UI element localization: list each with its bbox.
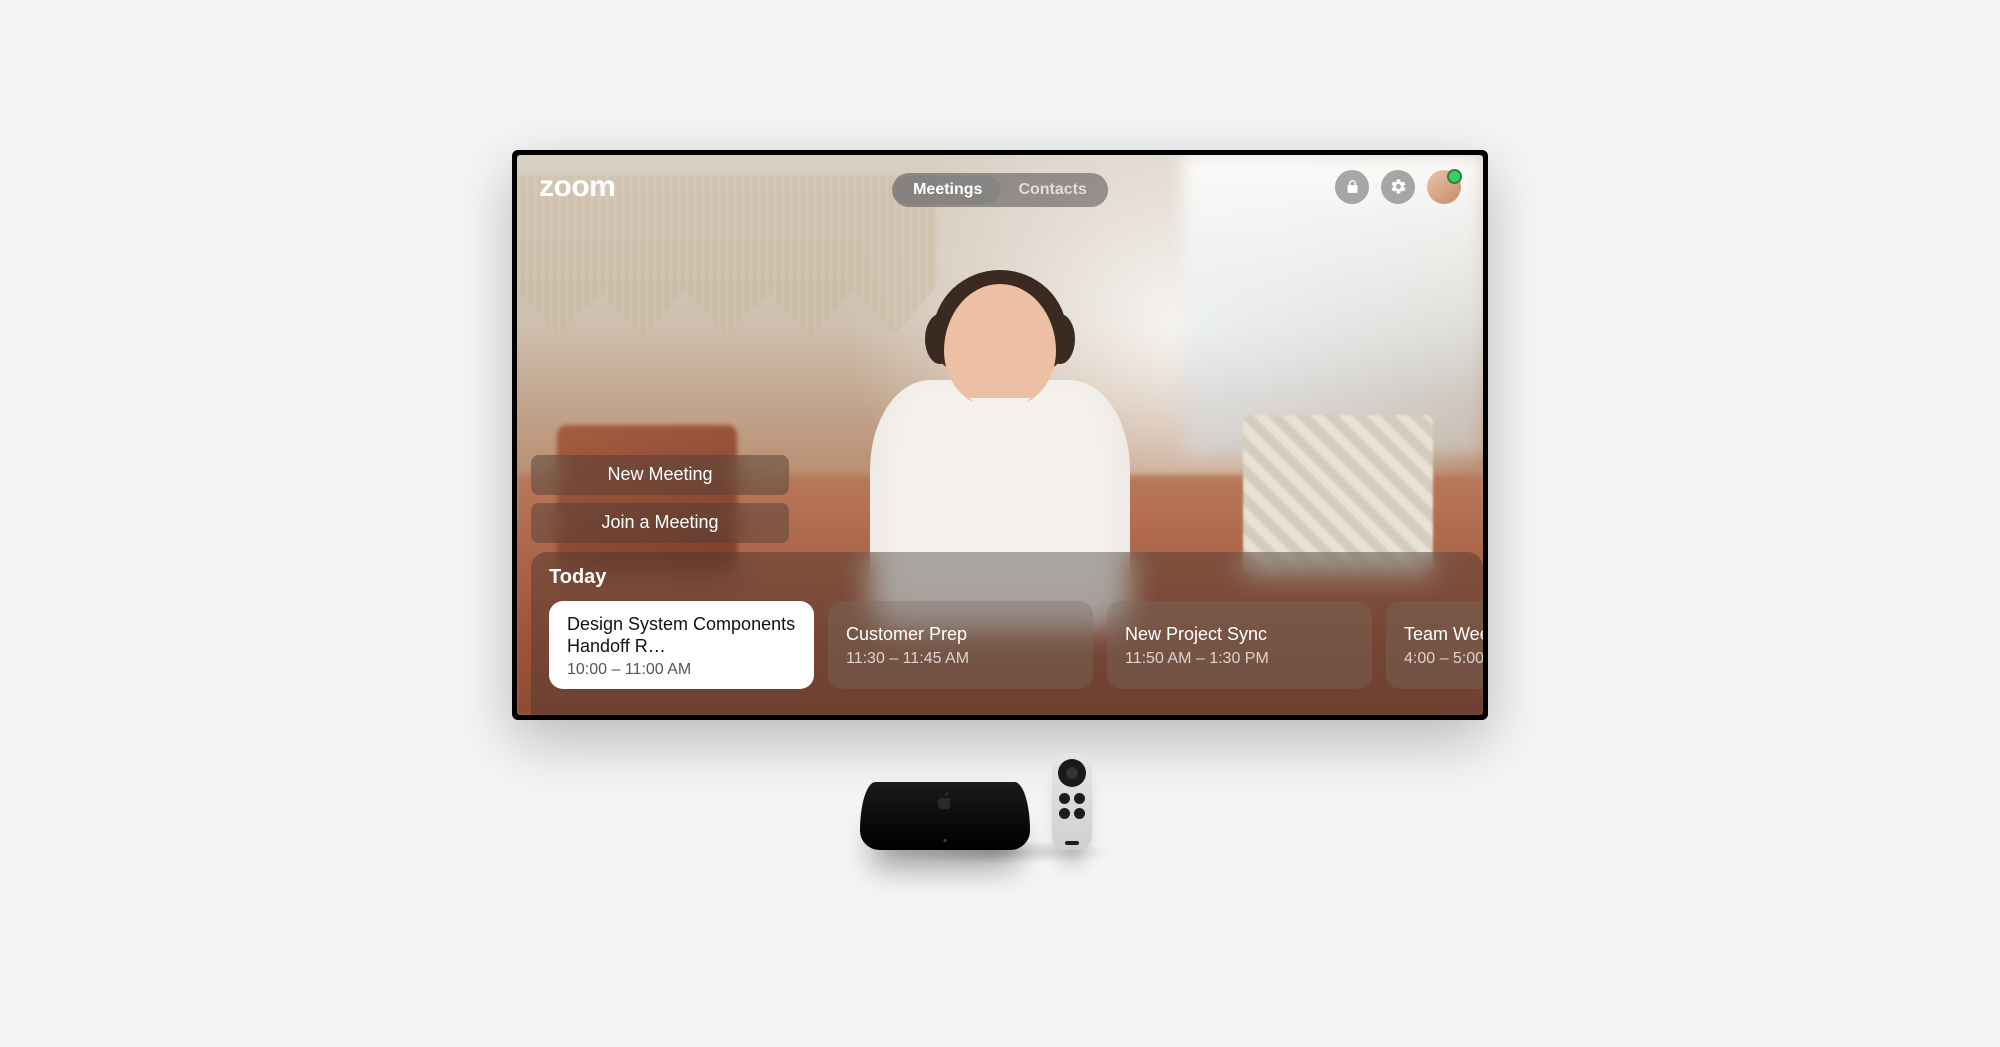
meeting-time: 11:30 – 11:45 AM (846, 650, 1075, 668)
bg-pillow-right (1243, 415, 1433, 575)
product-scene: zoom Meetings Contacts New Meet (244, 128, 1756, 920)
remote-buttons (1059, 793, 1085, 819)
header-actions (1335, 170, 1461, 204)
lock-icon (1344, 178, 1361, 195)
tv-frame: zoom Meetings Contacts New Meet (512, 150, 1488, 720)
meeting-card[interactable]: Design System Components Handoff R… 10:00… (549, 601, 814, 689)
apple-tv-status-led (944, 839, 947, 842)
remote-port (1065, 841, 1079, 845)
gear-icon (1390, 178, 1407, 195)
join-meeting-button[interactable]: Join a Meeting (531, 503, 789, 543)
meeting-title: New Project Sync (1125, 623, 1354, 646)
settings-button[interactable] (1381, 170, 1415, 204)
zoom-logo: zoom (539, 170, 615, 204)
today-meeting-list: Design System Components Handoff R… 10:00… (549, 601, 1483, 689)
meeting-title: Customer Prep (846, 623, 1075, 646)
lock-button[interactable] (1335, 170, 1369, 204)
meeting-title: Design System Components Handoff R… (567, 613, 796, 657)
meeting-time: 10:00 – 11:00 AM (567, 661, 796, 679)
apple-tv-remote (1052, 753, 1092, 850)
zoom-app-screen: zoom Meetings Contacts New Meet (517, 155, 1483, 715)
new-meeting-button[interactable]: New Meeting (531, 455, 789, 495)
meeting-card[interactable]: New Project Sync 11:50 AM – 1:30 PM (1107, 601, 1372, 689)
tab-switcher: Meetings Contacts (892, 173, 1108, 207)
user-avatar[interactable] (1427, 170, 1461, 204)
hardware (860, 740, 1140, 850)
meeting-title: Team Wee (1404, 623, 1483, 646)
today-panel: Today Design System Components Handoff R… (531, 552, 1483, 715)
quick-actions: New Meeting Join a Meeting (531, 455, 789, 543)
meeting-time: 11:50 AM – 1:30 PM (1125, 650, 1354, 668)
meeting-card[interactable]: Customer Prep 11:30 – 11:45 AM (828, 601, 1093, 689)
tab-meetings[interactable]: Meetings (895, 176, 1000, 204)
apple-tv-device (860, 782, 1030, 850)
remote-clickwheel (1058, 759, 1086, 787)
meeting-card[interactable]: Team Wee 4:00 – 5:00 (1386, 601, 1483, 689)
meeting-time: 4:00 – 5:00 (1404, 650, 1483, 668)
apple-logo-icon (937, 792, 953, 810)
tab-contacts[interactable]: Contacts (1000, 176, 1104, 204)
today-heading: Today (549, 566, 1483, 589)
top-bar: zoom Meetings Contacts (517, 155, 1483, 219)
